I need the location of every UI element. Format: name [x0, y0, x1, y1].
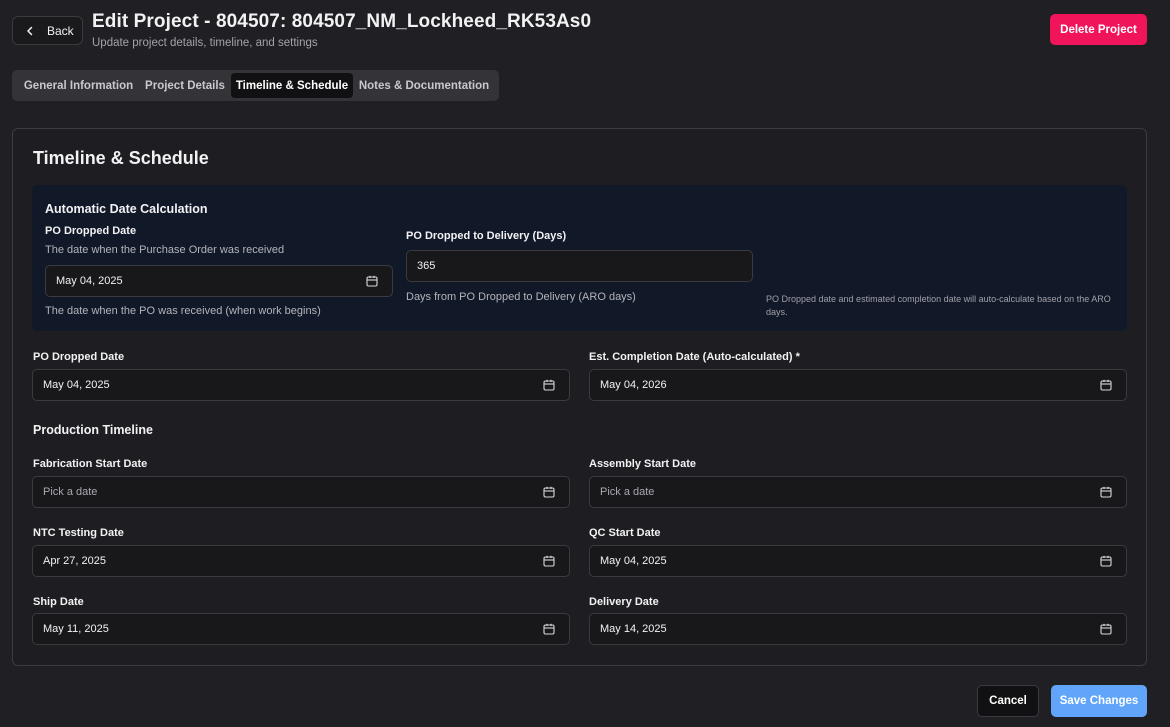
- days-help: Days from PO Dropped to Delivery (ARO da…: [406, 291, 636, 303]
- auto-po-date-value: May 04, 2025: [56, 275, 123, 287]
- days-input[interactable]: 365: [406, 250, 753, 282]
- calendar-icon: [1100, 486, 1112, 498]
- qc-label: QC Start Date: [589, 527, 661, 539]
- fabrication-label: Fabrication Start Date: [33, 458, 148, 470]
- back-button[interactable]: Back: [12, 16, 83, 45]
- days-value: 365: [417, 260, 436, 272]
- ship-value: May 11, 2025: [43, 623, 109, 635]
- calendar-icon: [1100, 623, 1112, 635]
- auto-calc-heading: Automatic Date Calculation: [45, 202, 208, 216]
- auto-po-date-picker[interactable]: May 04, 2025: [45, 265, 393, 297]
- calendar-icon: [543, 623, 555, 635]
- ntc-label: NTC Testing Date: [33, 527, 124, 539]
- calendar-icon: [366, 275, 378, 287]
- save-changes-button[interactable]: Save Changes: [1051, 685, 1147, 717]
- production-timeline-title: Production Timeline: [33, 423, 153, 437]
- po-dropped-value: May 04, 2025: [43, 379, 110, 391]
- po-dropped-date-picker[interactable]: May 04, 2025: [32, 369, 570, 401]
- auto-po-label: PO Dropped Date: [45, 225, 137, 237]
- qc-date-picker[interactable]: May 04, 2025: [589, 545, 1127, 577]
- fabrication-date-picker[interactable]: Pick a date: [32, 476, 570, 508]
- tab-list: General Information Project Details Time…: [12, 70, 499, 101]
- delivery-date-picker[interactable]: May 14, 2025: [589, 613, 1127, 645]
- ntc-value: Apr 27, 2025: [43, 555, 106, 567]
- back-button-label: Back: [47, 23, 74, 38]
- ship-date-picker[interactable]: May 11, 2025: [32, 613, 570, 645]
- chevron-left-icon: [25, 26, 35, 36]
- est-completion-label: Est. Completion Date (Auto-calculated) *: [589, 351, 800, 363]
- cancel-button[interactable]: Cancel: [977, 685, 1039, 717]
- auto-calc-note: PO Dropped date and estimated completion…: [766, 294, 1111, 317]
- calendar-icon: [543, 486, 555, 498]
- tab-timeline-schedule[interactable]: Timeline & Schedule: [231, 73, 353, 98]
- tab-general-information[interactable]: General Information: [17, 73, 140, 98]
- auto-po-description: The date when the Purchase Order was rec…: [45, 244, 285, 256]
- page-title: Edit Project - 804507: 804507_NM_Lockhee…: [92, 11, 592, 32]
- auto-po-help: The date when the PO was received (when …: [45, 305, 321, 317]
- calendar-icon: [1100, 555, 1112, 567]
- qc-value: May 04, 2025: [600, 555, 667, 567]
- ntc-date-picker[interactable]: Apr 27, 2025: [32, 545, 570, 577]
- assembly-date-picker[interactable]: Pick a date: [589, 476, 1127, 508]
- days-label: PO Dropped to Delivery (Days): [406, 230, 567, 242]
- delivery-value: May 14, 2025: [600, 623, 667, 635]
- delete-project-button[interactable]: Delete Project: [1050, 14, 1147, 45]
- delivery-label: Delivery Date: [589, 596, 659, 608]
- po-dropped-label: PO Dropped Date: [33, 351, 125, 363]
- page-subtitle: Update project details, timeline, and se…: [92, 37, 318, 49]
- calendar-icon: [543, 379, 555, 391]
- assembly-placeholder: Pick a date: [600, 486, 655, 498]
- assembly-label: Assembly Start Date: [589, 458, 696, 470]
- est-completion-date-picker[interactable]: May 04, 2026: [589, 369, 1127, 401]
- calendar-icon: [1100, 379, 1112, 391]
- tab-project-details[interactable]: Project Details: [141, 73, 229, 98]
- tab-notes-documentation[interactable]: Notes & Documentation: [356, 73, 492, 98]
- est-completion-value: May 04, 2026: [600, 379, 667, 391]
- calendar-icon: [543, 555, 555, 567]
- card-title: Timeline & Schedule: [33, 148, 209, 168]
- ship-label: Ship Date: [33, 596, 84, 608]
- fabrication-placeholder: Pick a date: [43, 486, 98, 498]
